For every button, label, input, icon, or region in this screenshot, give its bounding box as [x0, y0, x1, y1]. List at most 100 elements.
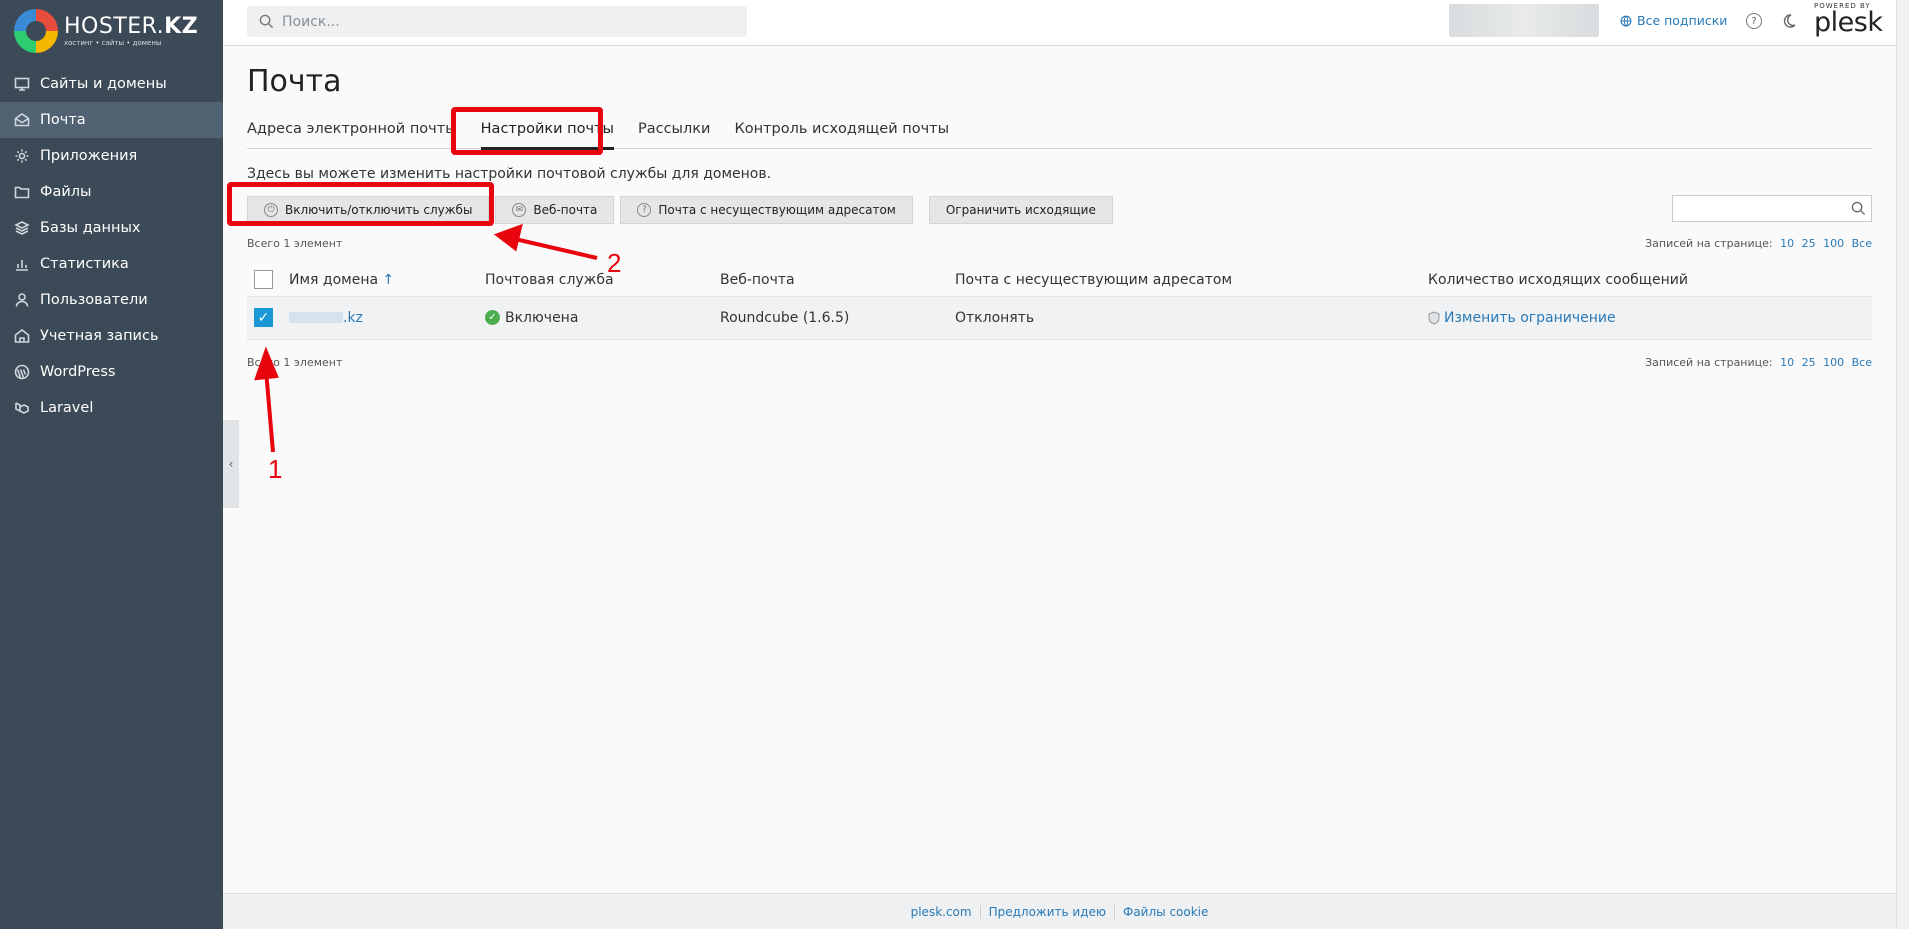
col-header-mail-service: Почтовая служба — [485, 271, 614, 288]
brand-logo[interactable]: HOSTER.KZ хостинг • сайты • домены — [0, 0, 223, 62]
per-page-10[interactable]: 10 — [1780, 237, 1794, 250]
row-checkbox[interactable]: ✓ — [254, 308, 273, 327]
limit-outgoing-button[interactable]: Ограничить исходящие — [928, 196, 1113, 224]
sidebar-collapse-toggle[interactable]: ‹ — [223, 420, 239, 508]
webmail-button[interactable]: ✉ Веб-почта — [495, 196, 615, 224]
highlight-box-tab — [451, 107, 603, 155]
user-icon — [14, 292, 30, 308]
tabs-bar: Адреса электронной почты Настройки почты… — [247, 107, 1872, 155]
plesk-logo[interactable]: POWERED BY plesk — [1814, 3, 1883, 38]
sidebar-item-label: Файлы — [40, 184, 92, 200]
sidebar: HOSTER.KZ хостинг • сайты • домены Сайты… — [0, 0, 223, 929]
per-page-25[interactable]: 25 — [1802, 356, 1816, 369]
search-input[interactable] — [282, 13, 722, 30]
annotation-arrow-1 — [264, 369, 275, 453]
annotation-number-1: 1 — [268, 454, 283, 484]
account-icon — [14, 328, 30, 344]
sidebar-item-sites-domains[interactable]: Сайты и домены — [0, 66, 223, 102]
sidebar-item-label: Статистика — [40, 256, 129, 272]
global-search[interactable] — [247, 6, 747, 37]
brand-title: HOSTER.KZ — [64, 13, 199, 39]
sidebar-item-account[interactable]: Учетная запись — [0, 318, 223, 354]
table-row: ✓ .kz ✓ Включена Roundcube (1.6.5) Отклон… — [247, 295, 1872, 340]
sidebar-item-laravel[interactable]: Laravel — [0, 390, 223, 426]
per-page-100[interactable]: 100 — [1823, 237, 1844, 250]
footer: plesk.com Предложить идею Файлы cookie — [223, 893, 1896, 929]
nonexistent-recipient-button[interactable]: ? Почта с несуществующим адресатом — [620, 196, 913, 224]
sidebar-nav: Сайты и домены Почта Приложения Файлы Ба… — [0, 66, 223, 426]
tab-email-addresses[interactable]: Адреса электронной почты — [247, 117, 457, 148]
main-content: Почта Адреса электронной почты Настройки… — [227, 46, 1872, 369]
col-header-webmail: Веб-почта — [720, 271, 795, 288]
footer-link-plesk[interactable]: plesk.com — [903, 905, 980, 919]
list-meta-top: Всего 1 элемент Записей на странице: 10 … — [247, 237, 1872, 250]
hoster-logo-icon — [14, 9, 58, 53]
sidebar-item-mail[interactable]: Почта — [0, 102, 223, 138]
moon-icon[interactable] — [1781, 13, 1797, 29]
col-header-nonexistent: Почта с несуществующим адресатом — [955, 271, 1233, 288]
plesk-wordmark: plesk — [1814, 7, 1883, 38]
total-count: Всего 1 элемент — [247, 237, 343, 250]
sidebar-item-label: WordPress — [40, 364, 116, 380]
footer-link-cookies[interactable]: Файлы cookie — [1115, 905, 1216, 919]
laravel-icon — [14, 400, 30, 416]
sidebar-item-label: Пользователи — [40, 292, 148, 308]
sidebar-item-label: Почта — [40, 112, 86, 128]
per-page-100[interactable]: 100 — [1823, 356, 1844, 369]
domains-table: Имя домена ↑ Почтовая служба Веб-почта П… — [247, 264, 1872, 340]
help-icon[interactable]: ? — [1746, 13, 1762, 29]
wordpress-icon — [14, 364, 30, 380]
per-page-selector: Записей на странице: 10 25 100 Все — [1645, 237, 1872, 250]
page-description: Здесь вы можете изменить настройки почто… — [247, 166, 772, 182]
limit-outgoing-label: Ограничить исходящие — [945, 203, 1096, 217]
highlight-box-button — [227, 182, 494, 226]
per-page-all[interactable]: Все — [1852, 356, 1872, 369]
search-icon — [259, 14, 274, 29]
nonexistent-value: Отклонять — [955, 295, 1428, 340]
list-meta-bottom: Всего 1 элемент Записей на странице: 10 … — [247, 356, 1872, 369]
sort-asc-icon: ↑ — [382, 271, 395, 288]
sidebar-item-label: Приложения — [40, 148, 138, 164]
all-subscriptions-link[interactable]: Все подписки — [1620, 13, 1727, 28]
mail-service-status: ✓ Включена — [485, 295, 720, 340]
list-search-input[interactable] — [1672, 195, 1872, 222]
col-header-domain[interactable]: Имя домена ↑ — [289, 264, 485, 296]
tab-outgoing-mail-control[interactable]: Контроль исходящей почты — [734, 117, 949, 148]
domain-link[interactable]: .kz — [289, 295, 485, 340]
search-icon — [1851, 201, 1866, 216]
sidebar-item-databases[interactable]: Базы данных — [0, 210, 223, 246]
annotation-number-2: 2 — [607, 248, 622, 278]
sidebar-item-applications[interactable]: Приложения — [0, 138, 223, 174]
gear-icon — [14, 148, 30, 164]
mail-icon — [14, 112, 30, 128]
per-page-selector: Записей на странице: 10 25 100 Все — [1645, 356, 1872, 369]
user-account-blurred[interactable] — [1449, 4, 1599, 37]
webmail-label: Веб-почта — [533, 203, 598, 217]
footer-link-suggest-idea[interactable]: Предложить идею — [981, 905, 1114, 919]
per-page-label: Записей на странице: — [1645, 237, 1773, 250]
sidebar-item-users[interactable]: Пользователи — [0, 282, 223, 318]
per-page-label: Записей на странице: — [1645, 355, 1773, 369]
sidebar-item-wordpress[interactable]: WordPress — [0, 354, 223, 390]
webmail-icon: ✉ — [512, 203, 527, 217]
webmail-value: Roundcube (1.6.5) — [720, 295, 955, 340]
nonexistent-recipient-label: Почта с несуществующим адресатом — [658, 203, 896, 217]
tab-mailing-lists[interactable]: Рассылки — [638, 117, 710, 148]
top-header: Все подписки ? POWERED BY plesk — [223, 0, 1896, 46]
bar-chart-icon — [14, 256, 30, 272]
select-all-checkbox[interactable] — [254, 270, 273, 290]
sidebar-item-statistics[interactable]: Статистика — [0, 246, 223, 282]
check-circle-icon: ✓ — [485, 310, 500, 325]
per-page-25[interactable]: 25 — [1802, 237, 1816, 250]
domain-name-blurred — [289, 312, 343, 323]
monitor-icon — [14, 76, 30, 92]
per-page-10[interactable]: 10 — [1780, 356, 1794, 369]
folder-icon — [14, 184, 30, 200]
subscriptions-label: Все подписки — [1637, 13, 1728, 28]
sidebar-item-files[interactable]: Файлы — [0, 174, 223, 210]
per-page-all[interactable]: Все — [1852, 237, 1872, 250]
page-scrollbar[interactable] — [1896, 0, 1909, 929]
change-limit-link[interactable]: Изменить ограничение — [1428, 295, 1872, 340]
database-icon — [14, 220, 30, 236]
question-icon: ? — [637, 203, 652, 217]
